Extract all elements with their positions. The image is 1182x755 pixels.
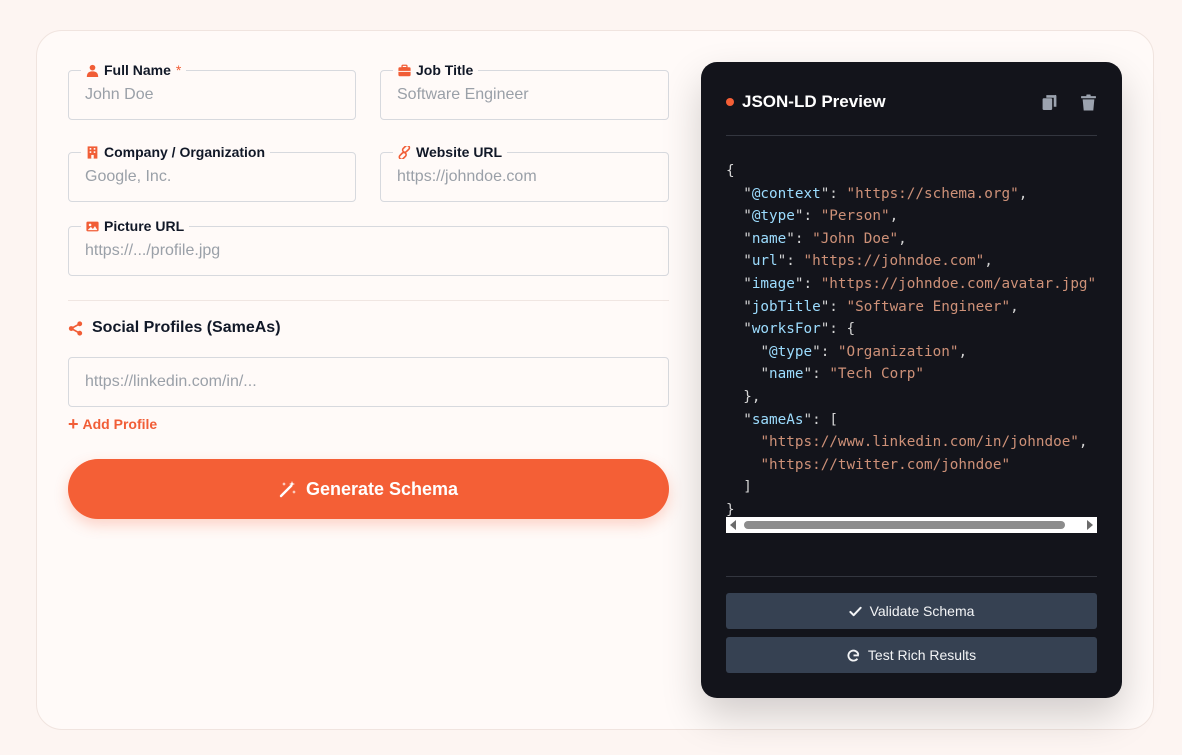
google-icon [847,649,860,661]
preview-title: JSON-LD Preview [742,92,886,111]
test-rich-results-button[interactable]: Test Rich Results [726,637,1097,673]
generate-schema-button[interactable]: Generate Schema [68,459,669,519]
copy-icon[interactable] [1041,94,1058,111]
preview-header-divider [726,135,1097,136]
validate-schema-button[interactable]: Validate Schema [726,593,1097,629]
check-icon [848,606,862,616]
preview-footer-divider [726,576,1097,577]
full-name-input[interactable] [69,71,355,119]
scroll-left-arrow[interactable] [730,520,736,530]
json-code-viewer[interactable]: { "@context": "https://schema.org", "@ty… [726,160,1097,532]
social-profiles-heading: Social Profiles (SameAs) [68,319,281,337]
trash-icon[interactable] [1080,94,1097,111]
add-profile-button[interactable]: + Add Profile [68,414,157,434]
full-name-field: Full Name * [68,61,356,120]
share-icon [68,320,83,336]
picture-url-field: Picture URL [68,217,669,276]
website-input[interactable] [381,153,668,201]
job-title-field: Job Title [380,61,669,120]
json-ld-preview-panel: JSON-LD Preview { "@context": "https://s… [701,62,1122,698]
preview-header: JSON-LD Preview [726,92,1097,112]
scroll-right-arrow[interactable] [1087,520,1093,530]
horizontal-scrollbar[interactable] [726,517,1097,533]
picture-url-input[interactable] [69,227,668,275]
preview-actions [1041,94,1097,111]
social-profile-input[interactable] [69,358,668,406]
status-dot [726,98,734,106]
magic-wand-icon [279,481,296,498]
json-code: { "@context": "https://schema.org", "@ty… [726,163,1097,518]
scroll-thumb[interactable] [744,521,1065,529]
section-divider [68,300,669,301]
company-field: Company / Organization [68,143,356,202]
website-field: Website URL [380,143,669,202]
social-profile-field [68,357,669,407]
job-title-input[interactable] [381,71,668,119]
plus-icon: + [68,414,79,434]
company-input[interactable] [69,153,355,201]
